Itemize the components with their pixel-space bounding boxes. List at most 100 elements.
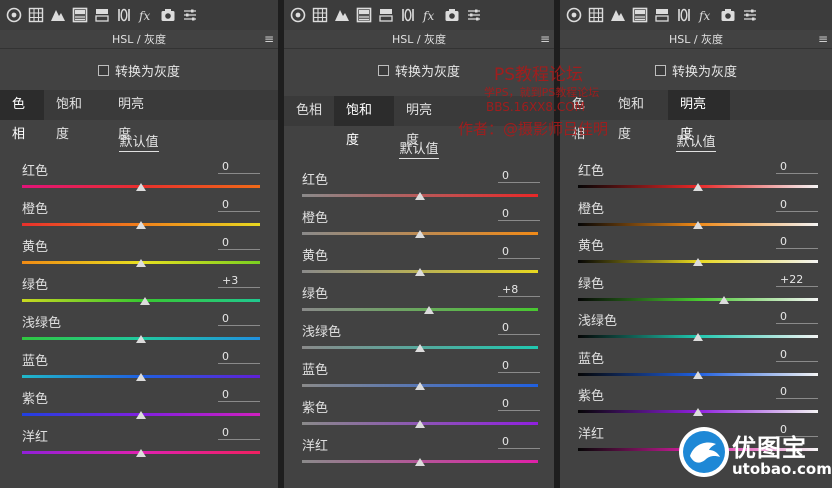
- slider-value-field[interactable]: +22: [776, 273, 818, 287]
- slider-track[interactable]: [578, 297, 818, 301]
- mountain-icon[interactable]: [610, 7, 626, 23]
- slider-value-field[interactable]: 0: [498, 207, 540, 221]
- slider-label: 橙色: [22, 202, 49, 217]
- slider-track[interactable]: [302, 308, 538, 311]
- slider-value-field[interactable]: 0: [218, 350, 260, 364]
- panel-menu-icon[interactable]: ≡: [818, 31, 828, 48]
- grid-icon[interactable]: [312, 7, 328, 23]
- slider-thumb[interactable]: [136, 259, 146, 267]
- slider-value-field[interactable]: 0: [776, 160, 818, 174]
- camera-icon[interactable]: [160, 7, 176, 23]
- hsl-panel-icon[interactable]: [356, 7, 372, 23]
- slider-value-field[interactable]: 0: [218, 236, 260, 250]
- slider-value-field[interactable]: 0: [498, 321, 540, 335]
- fx-icon[interactable]: fx: [422, 7, 438, 23]
- slider-thumb[interactable]: [415, 268, 425, 276]
- slider-value-field[interactable]: 0: [776, 235, 818, 249]
- split-panel-icon[interactable]: [654, 7, 670, 23]
- slider-thumb[interactable]: [136, 411, 146, 419]
- slider-thumb[interactable]: [415, 420, 425, 428]
- slider-thumb[interactable]: [693, 183, 703, 191]
- lens-icon[interactable]: [400, 7, 416, 23]
- slider-thumb[interactable]: [415, 230, 425, 238]
- slider-value-field[interactable]: 0: [498, 397, 540, 411]
- tab-hue[interactable]: 色相: [0, 90, 44, 142]
- convert-grayscale-label: 转换为灰度: [671, 64, 737, 80]
- convert-grayscale-row[interactable]: 转换为灰度: [0, 60, 278, 80]
- aperture-icon[interactable]: [566, 7, 582, 23]
- sliders-icon[interactable]: [742, 7, 758, 23]
- slider-value-field[interactable]: 0: [218, 312, 260, 326]
- fx-icon[interactable]: fx: [698, 7, 714, 23]
- tab-hue[interactable]: 色相: [284, 96, 334, 126]
- mountain-icon[interactable]: [50, 7, 66, 23]
- slider-value-field[interactable]: 0: [218, 426, 260, 440]
- convert-grayscale-checkbox[interactable]: [654, 64, 666, 76]
- camera-icon[interactable]: [720, 7, 736, 23]
- slider-value-field[interactable]: +3: [218, 274, 260, 288]
- slider-thumb[interactable]: [693, 333, 703, 341]
- slider-thumb[interactable]: [136, 373, 146, 381]
- lens-icon[interactable]: [676, 7, 692, 23]
- split-panel-icon[interactable]: [378, 7, 394, 23]
- panel-menu-icon[interactable]: ≡: [540, 31, 550, 48]
- fx-icon[interactable]: fx: [138, 7, 154, 23]
- slider-thumb[interactable]: [415, 382, 425, 390]
- convert-grayscale-checkbox[interactable]: [97, 64, 109, 76]
- slider-value-field[interactable]: 0: [776, 385, 818, 399]
- slider-value-field[interactable]: +8: [498, 283, 540, 297]
- slider-thumb[interactable]: [136, 221, 146, 229]
- tab-luminance[interactable]: 明亮度: [668, 90, 730, 142]
- sliders-icon[interactable]: [466, 7, 482, 23]
- slider-thumb[interactable]: [415, 344, 425, 352]
- convert-grayscale-row[interactable]: 转换为灰度: [560, 60, 832, 80]
- slider-label: 浅绿色: [578, 314, 618, 329]
- split-panel-icon[interactable]: [94, 7, 110, 23]
- tab-saturation[interactable]: 饱和度: [606, 90, 668, 142]
- default-link[interactable]: 默认值: [399, 142, 439, 159]
- slider-thumb[interactable]: [415, 192, 425, 200]
- panel-menu-icon[interactable]: ≡: [264, 31, 274, 48]
- slider-thumb[interactable]: [693, 258, 703, 266]
- slider-value-field[interactable]: 0: [218, 388, 260, 402]
- slider-thumb[interactable]: [136, 449, 146, 457]
- slider-thumb[interactable]: [719, 295, 730, 304]
- default-link[interactable]: 默认值: [676, 135, 716, 152]
- tab-luminance[interactable]: 明亮度: [106, 90, 166, 142]
- slider-thumb[interactable]: [415, 458, 425, 466]
- sliders-icon[interactable]: [182, 7, 198, 23]
- tab-saturation[interactable]: 饱和度: [44, 90, 106, 142]
- slider-thumb[interactable]: [693, 408, 703, 416]
- slider-value-field[interactable]: 0: [776, 310, 818, 324]
- slider-thumb[interactable]: [693, 370, 703, 379]
- camera-icon[interactable]: [444, 7, 460, 23]
- slider-row: 黄色 0: [284, 245, 554, 283]
- lens-icon[interactable]: [116, 7, 132, 23]
- hsl-panel: fx HSL / 灰度 ≡ 转换为灰度 色相 饱和度 明亮度 默认值 红色 0 橙色 0 黄色 0 绿色 +3…: [0, 0, 278, 488]
- slider-value-field[interactable]: 0: [218, 198, 260, 212]
- mountain-icon[interactable]: [334, 7, 350, 23]
- grid-icon[interactable]: [588, 7, 604, 23]
- slider-value-field[interactable]: 0: [498, 359, 540, 373]
- slider-value-field[interactable]: 0: [498, 169, 540, 183]
- default-link[interactable]: 默认值: [119, 135, 159, 152]
- slider-thumb[interactable]: [139, 297, 150, 305]
- slider-thumb[interactable]: [136, 335, 146, 343]
- slider-value-field[interactable]: 0: [498, 435, 540, 449]
- slider-value-field[interactable]: 0: [498, 245, 540, 259]
- slider-thumb[interactable]: [136, 183, 146, 191]
- grid-icon[interactable]: [28, 7, 44, 23]
- convert-grayscale-checkbox[interactable]: [377, 64, 389, 76]
- hsl-panel-icon[interactable]: [632, 7, 648, 23]
- aperture-icon[interactable]: [6, 7, 22, 23]
- tab-saturation[interactable]: 饱和度: [334, 96, 394, 148]
- slider-thumb[interactable]: [693, 220, 703, 229]
- tab-luminance[interactable]: 明亮度: [394, 96, 454, 148]
- slider-row: 洋红 0: [284, 435, 554, 473]
- hsl-panel-icon[interactable]: [72, 7, 88, 23]
- slider-value-field[interactable]: 0: [776, 348, 818, 362]
- slider-value-field[interactable]: 0: [218, 160, 260, 174]
- aperture-icon[interactable]: [290, 7, 306, 23]
- slider-value-field[interactable]: 0: [776, 198, 818, 212]
- slider-thumb[interactable]: [424, 306, 435, 314]
